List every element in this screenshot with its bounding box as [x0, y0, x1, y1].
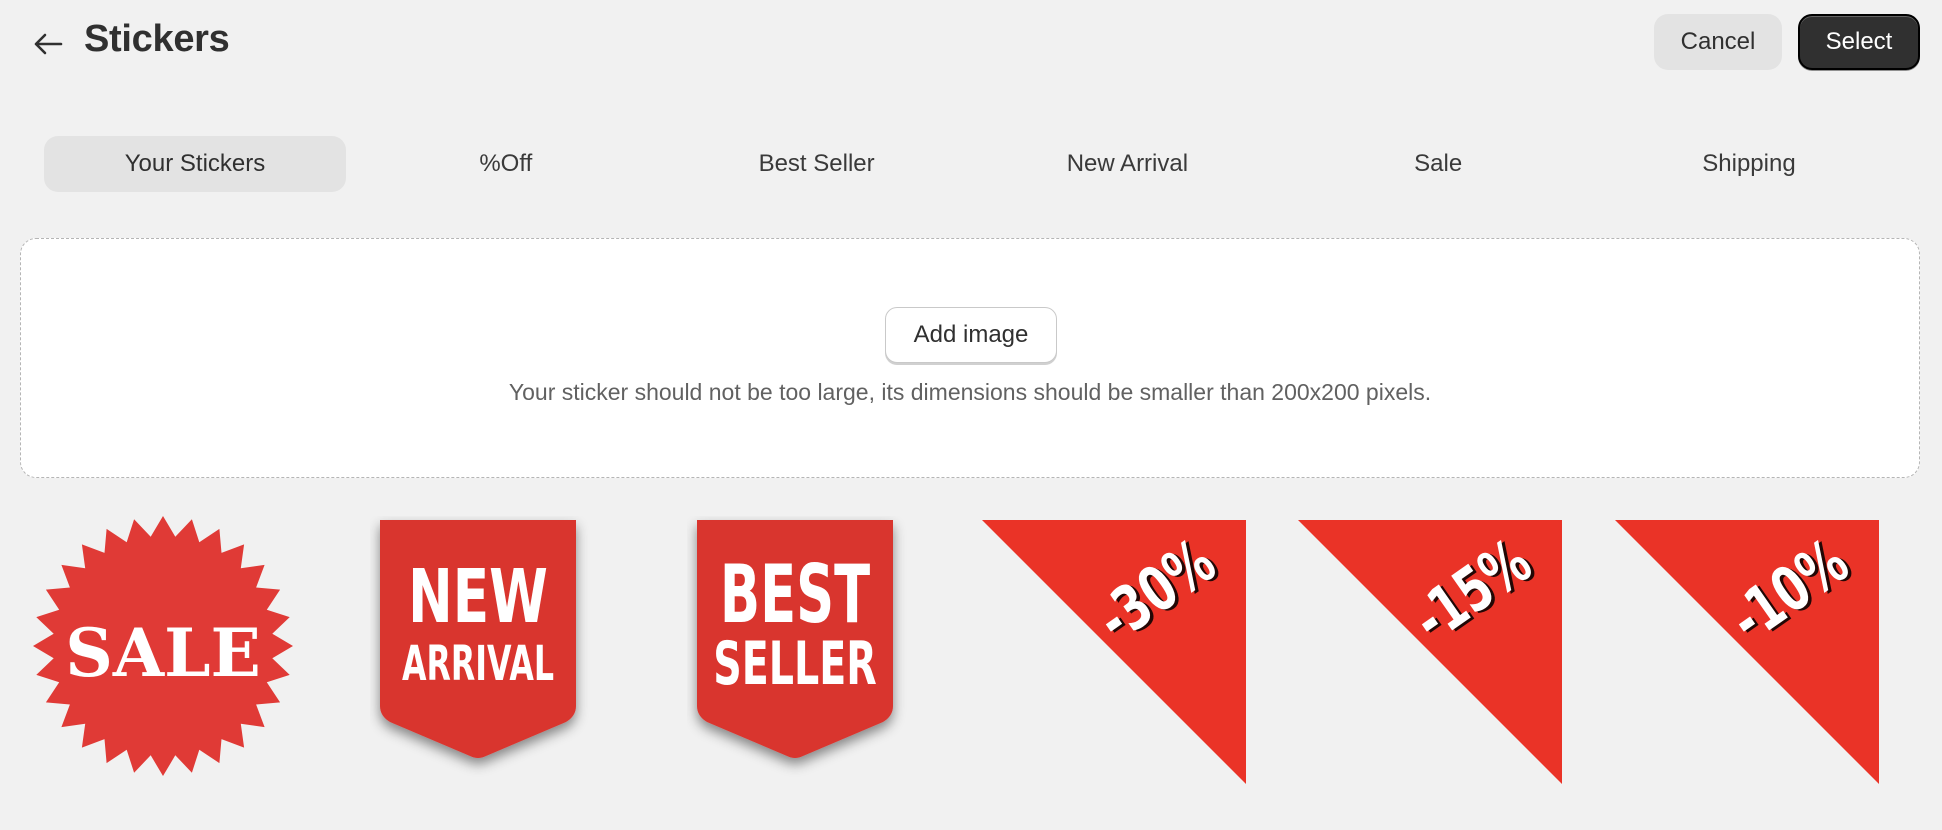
tab-percent-off[interactable]: %Off: [355, 136, 657, 192]
back-button[interactable]: [28, 24, 68, 64]
best-seller-ribbon-icon: BEST SELLER: [697, 520, 893, 758]
upload-hint: Your sticker should not be too large, it…: [508, 379, 1432, 405]
percent-corner-icon: -10% -10%: [1615, 520, 1879, 784]
sticker-minus-30[interactable]: -30% -30%: [982, 516, 1252, 786]
stickers-picker: Stickers Cancel Select Your Stickers %Of…: [0, 0, 1942, 830]
sale-starburst-icon: SALE: [33, 516, 293, 776]
upload-dropzone[interactable]: Add image Your sticker should not be too…: [20, 238, 1920, 478]
tab-best-seller[interactable]: Best Seller: [666, 136, 968, 192]
header: Stickers Cancel Select: [0, 0, 1942, 86]
sticker-grid: SALE NEW ARRIVAL BEST SELLER -30% -30% -…: [0, 516, 1942, 786]
sticker-best-text: BEST: [720, 548, 870, 641]
tab-shipping[interactable]: Shipping: [1598, 136, 1900, 192]
add-image-button[interactable]: Add image: [885, 307, 1057, 363]
sticker-minus-15[interactable]: -15% -15%: [1298, 516, 1568, 786]
cancel-button[interactable]: Cancel: [1654, 14, 1782, 70]
category-tabs: Your Stickers %Off Best Seller New Arriv…: [44, 136, 1910, 192]
sticker-arrival-text: ARRIVAL: [402, 635, 554, 692]
percent-corner-icon: -30% -30%: [982, 520, 1246, 784]
sticker-sale-text: SALE: [65, 614, 261, 692]
arrow-left-icon: [34, 33, 63, 55]
new-arrival-ribbon-icon: NEW ARRIVAL: [380, 520, 576, 758]
sticker-minus-10[interactable]: -10% -10%: [1615, 516, 1885, 786]
tab-your-stickers[interactable]: Your Stickers: [44, 136, 346, 192]
tab-sale[interactable]: Sale: [1287, 136, 1589, 192]
sticker-seller-text: SELLER: [713, 629, 877, 699]
sticker-new-text: NEW: [408, 554, 548, 640]
percent-corner-icon: -15% -15%: [1298, 520, 1562, 784]
sticker-sale[interactable]: SALE: [28, 516, 298, 786]
sticker-new-arrival[interactable]: NEW ARRIVAL: [370, 516, 640, 786]
sticker-best-seller[interactable]: BEST SELLER: [687, 516, 957, 786]
page-title: Stickers: [84, 18, 230, 60]
tab-new-arrival[interactable]: New Arrival: [976, 136, 1278, 192]
select-button[interactable]: Select: [1798, 14, 1920, 70]
